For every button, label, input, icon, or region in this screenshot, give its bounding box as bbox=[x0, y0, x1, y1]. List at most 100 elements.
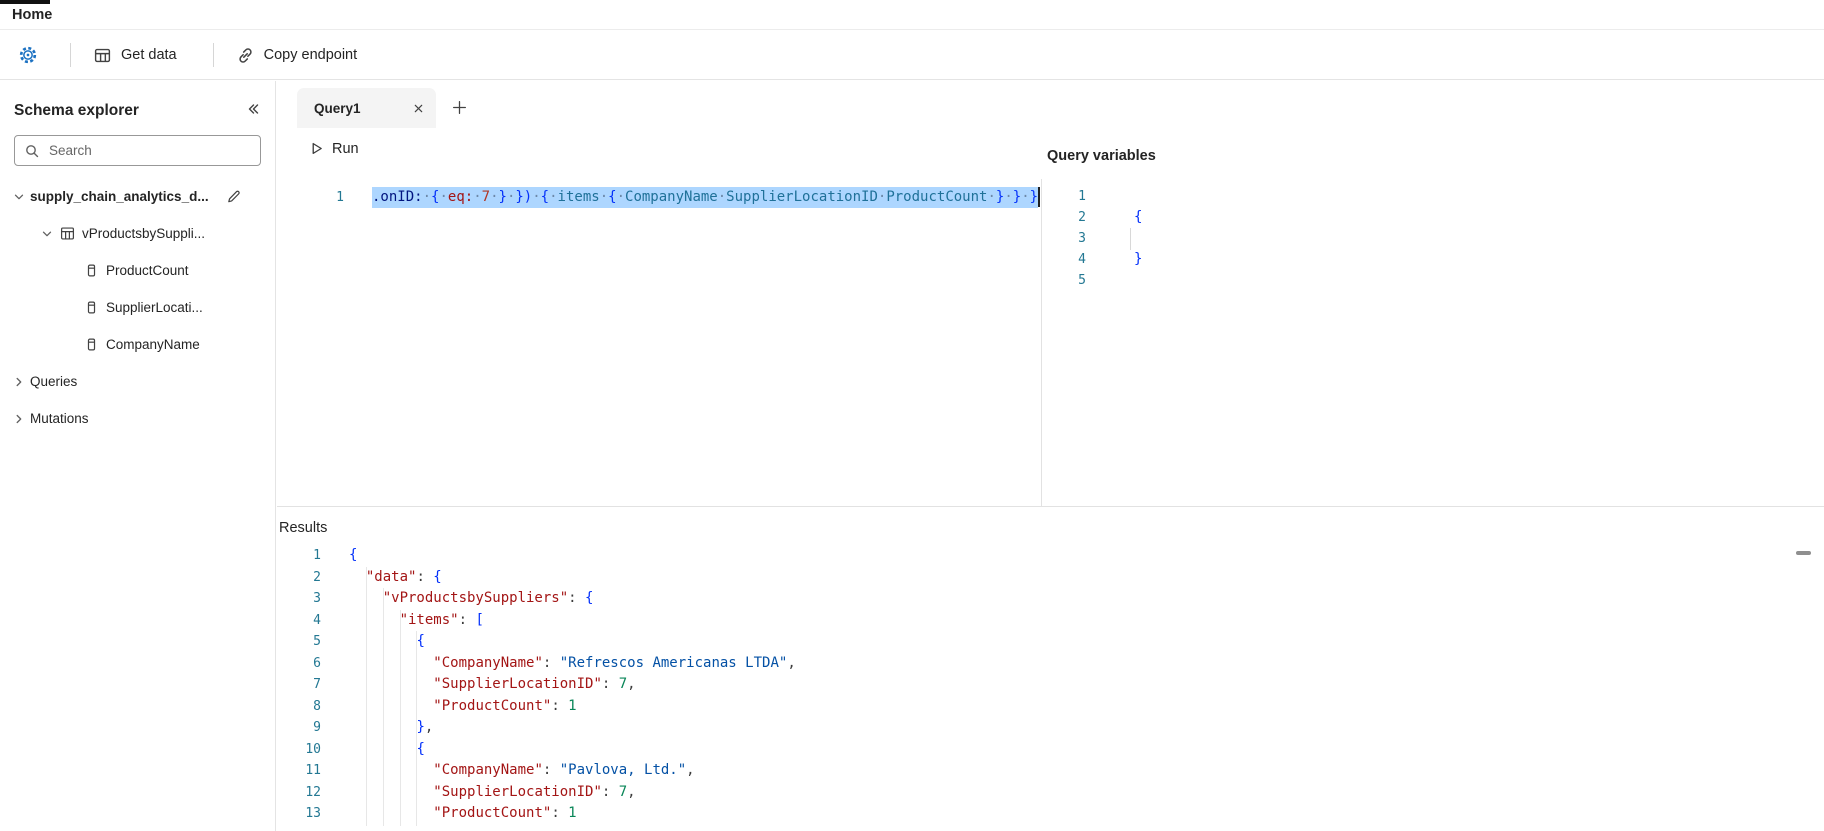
collapse-sidebar-button[interactable] bbox=[245, 101, 261, 120]
code-token: 1 bbox=[568, 805, 577, 821]
code-token: : bbox=[568, 590, 586, 606]
copy-endpoint-button[interactable]: Copy endpoint bbox=[224, 38, 370, 72]
table-icon bbox=[58, 225, 76, 242]
code-token: "Refrescos Americanas LTDA" bbox=[559, 654, 788, 671]
code-token: · bbox=[1004, 189, 1013, 205]
tree-item-label: Mutations bbox=[30, 411, 89, 426]
variables-editor[interactable]: {} bbox=[1134, 186, 1142, 291]
line-number: 3 bbox=[1078, 231, 1086, 246]
code-token: , bbox=[627, 676, 636, 692]
tree-item-label: supply_chain_analytics_d... bbox=[30, 189, 209, 204]
edit-icon[interactable] bbox=[226, 189, 241, 204]
new-query-tab-button[interactable] bbox=[447, 97, 471, 121]
results-divider[interactable] bbox=[277, 506, 1824, 507]
line-number: 3 bbox=[313, 591, 321, 606]
field-icon bbox=[82, 263, 100, 278]
code-token: } bbox=[1134, 251, 1143, 267]
code-line[interactable]: { bbox=[349, 545, 796, 567]
tree-item-mutations[interactable]: Mutations bbox=[0, 400, 275, 437]
code-token: · bbox=[490, 189, 499, 205]
line-number: 6 bbox=[313, 655, 321, 671]
text-cursor bbox=[1038, 187, 1041, 207]
code-token: "ProductCount" bbox=[433, 697, 552, 714]
code-token: 7 bbox=[618, 676, 628, 692]
settings-button[interactable] bbox=[10, 38, 46, 72]
line-number: 13 bbox=[305, 806, 321, 821]
code-token: : bbox=[416, 568, 434, 585]
code-line[interactable] bbox=[1134, 186, 1142, 207]
tree-item-supply-chain-analytics-d[interactable]: supply_chain_analytics_d... bbox=[0, 178, 275, 215]
line-number: 12 bbox=[305, 784, 321, 800]
code-token: , bbox=[787, 654, 796, 671]
code-token: · bbox=[473, 189, 482, 205]
code-line[interactable]: "data": { bbox=[349, 567, 796, 589]
code-line[interactable]: { bbox=[1134, 207, 1142, 228]
code-token: eq: bbox=[447, 189, 474, 205]
tree-item-productcount[interactable]: ProductCount bbox=[0, 252, 275, 289]
tree-item-vproductsbysuppli[interactable]: vProductsbySuppli... bbox=[0, 215, 275, 252]
code-token: } bbox=[498, 189, 507, 205]
field-icon bbox=[82, 337, 100, 352]
code-token: · bbox=[599, 189, 609, 205]
code-line[interactable] bbox=[1134, 228, 1142, 249]
code-line[interactable]: } bbox=[1134, 249, 1142, 270]
run-button[interactable]: Run bbox=[303, 135, 365, 162]
gear-icon bbox=[18, 45, 38, 65]
editor-splitter[interactable] bbox=[1041, 179, 1042, 506]
line-number: 4 bbox=[313, 612, 321, 628]
code-token: .onID: bbox=[372, 189, 423, 205]
variables-gutter: 1 2 3 4 5 bbox=[1058, 186, 1086, 291]
code-token: · bbox=[549, 189, 558, 205]
tab-query1[interactable]: Query1 bbox=[297, 88, 436, 128]
code-token: · bbox=[422, 189, 432, 205]
schema-tree: supply_chain_analytics_d... vProductsbySu… bbox=[0, 178, 275, 437]
code-token: } bbox=[416, 719, 425, 735]
code-line[interactable] bbox=[1134, 270, 1142, 291]
code-line[interactable]: "items": [ bbox=[349, 610, 796, 632]
chevron-right-icon[interactable] bbox=[8, 413, 30, 425]
code-token: · bbox=[717, 189, 727, 205]
results-scrollbar-thumb[interactable] bbox=[1796, 551, 1811, 555]
plus-icon bbox=[451, 99, 468, 119]
code-token: 7 bbox=[618, 783, 628, 800]
code-token: "Pavlova, Ltd." bbox=[559, 762, 687, 778]
line-number: 2 bbox=[313, 569, 321, 585]
code-token: 1 bbox=[568, 697, 577, 714]
tab-home[interactable]: Home bbox=[12, 7, 52, 23]
schema-explorer-panel: Schema explorer supply_chain_analytics_d… bbox=[0, 81, 276, 831]
line-number: 2 bbox=[1078, 210, 1086, 225]
copy-endpoint-label: Copy endpoint bbox=[263, 47, 358, 63]
code-token: : bbox=[601, 783, 619, 800]
run-label: Run bbox=[332, 140, 359, 157]
chevron-right-icon[interactable] bbox=[8, 376, 30, 388]
table-data-icon bbox=[93, 46, 112, 65]
indent-guide bbox=[366, 567, 367, 826]
query-line-number: 1 bbox=[336, 190, 344, 205]
indent-guide bbox=[383, 588, 384, 826]
line-number: 5 bbox=[313, 634, 321, 649]
close-tab-icon[interactable] bbox=[413, 103, 424, 114]
code-token: { bbox=[585, 590, 594, 606]
line-number: 5 bbox=[1078, 273, 1086, 288]
code-token: "CompanyName" bbox=[433, 654, 543, 671]
chevron-down-icon[interactable] bbox=[36, 228, 58, 240]
search-box bbox=[14, 135, 261, 166]
code-line[interactable]: "vProductsbySuppliers": { bbox=[349, 588, 796, 610]
code-token: , bbox=[686, 762, 695, 778]
chevron-down-icon[interactable] bbox=[8, 191, 30, 203]
tree-item-supplierlocati[interactable]: SupplierLocati... bbox=[0, 289, 275, 326]
tree-item-companyname[interactable]: CompanyName bbox=[0, 326, 275, 363]
line-number: 10 bbox=[305, 741, 321, 757]
selected-query-text: .onID:·{·eq:·7·}·})·{·items·{·CompanyNam… bbox=[372, 187, 1039, 208]
tree-item-queries[interactable]: Queries bbox=[0, 363, 275, 400]
code-token: items bbox=[557, 189, 600, 205]
results-title: Results bbox=[279, 520, 328, 536]
search-input[interactable] bbox=[47, 142, 251, 159]
code-token: "data" bbox=[365, 568, 417, 585]
query-code-line[interactable]: .onID:·{·eq:·7·}·})·{·items·{·CompanyNam… bbox=[372, 187, 1041, 208]
tree-item-label: SupplierLocati... bbox=[106, 300, 203, 315]
get-data-button[interactable]: Get data bbox=[81, 38, 189, 72]
